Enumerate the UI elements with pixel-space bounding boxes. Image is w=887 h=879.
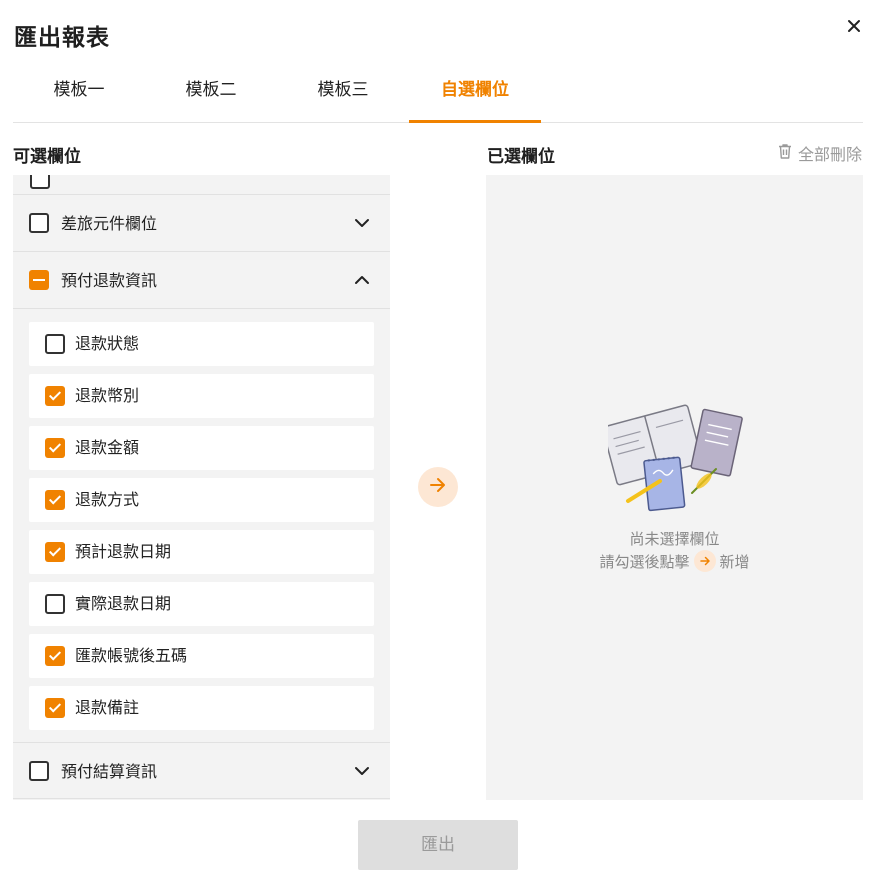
checkbox[interactable] bbox=[45, 594, 65, 614]
export-button[interactable]: 匯出 bbox=[358, 820, 518, 870]
field-label: 匯款帳號後五碼 bbox=[75, 646, 188, 665]
chevron-down-icon[interactable] bbox=[352, 213, 372, 233]
field-label: 退款金額 bbox=[75, 438, 140, 457]
group-label: 預付結算資訊 bbox=[61, 762, 158, 781]
field-item[interactable]: 退款方式 bbox=[29, 478, 374, 522]
checkbox[interactable] bbox=[45, 386, 65, 406]
dialog-title: 匯出報表 bbox=[14, 25, 110, 51]
empty-state-title: 尚未選擇欄位 bbox=[629, 530, 720, 548]
add-selected-button[interactable] bbox=[418, 467, 458, 507]
group-row-hidden bbox=[13, 175, 390, 195]
empty-state-illustration bbox=[602, 401, 743, 520]
field-label: 實際退款日期 bbox=[75, 594, 172, 613]
field-label: 退款狀態 bbox=[75, 334, 140, 353]
trash-icon bbox=[776, 142, 794, 164]
tab-template-1[interactable]: 模板一 bbox=[13, 62, 145, 123]
chevron-up-icon[interactable] bbox=[352, 270, 372, 290]
group-row-prepaid-refund[interactable]: 預付退款資訊 bbox=[13, 252, 390, 309]
field-item[interactable]: 退款備註 bbox=[29, 686, 374, 730]
checkbox[interactable] bbox=[45, 698, 65, 718]
arrow-right-icon bbox=[693, 550, 716, 572]
field-item[interactable]: 退款狀態 bbox=[29, 322, 374, 366]
checkbox[interactable] bbox=[45, 438, 65, 458]
field-label: 退款備註 bbox=[75, 698, 140, 717]
field-item[interactable]: 實際退款日期 bbox=[29, 582, 374, 626]
field-label: 退款方式 bbox=[75, 490, 140, 509]
chevron-down-icon[interactable] bbox=[352, 761, 372, 781]
empty-hint-suffix: 新增 bbox=[719, 552, 750, 571]
field-item[interactable]: 退款金額 bbox=[29, 426, 374, 470]
empty-hint-prefix: 請勾選後點擊 bbox=[599, 552, 690, 571]
group-row-travel-components[interactable]: 差旅元件欄位 bbox=[13, 195, 390, 252]
available-fields-list[interactable]: 差旅元件欄位 預付退款資訊 退款狀態 退款幣別 退款金額 退款方式 預計退款日期… bbox=[13, 175, 390, 800]
tab-custom-fields[interactable]: 自選欄位 bbox=[409, 62, 541, 123]
group-label: 預付退款資訊 bbox=[61, 271, 158, 290]
template-tabs: 模板一 模板二 模板三 自選欄位 bbox=[13, 62, 863, 123]
selected-fields-title: 已選欄位 bbox=[487, 147, 555, 167]
field-item[interactable]: 匯款帳號後五碼 bbox=[29, 634, 374, 678]
group-row-prepaid-settlement[interactable]: 預付結算資訊 bbox=[13, 742, 390, 799]
field-item[interactable]: 退款幣別 bbox=[29, 374, 374, 418]
checkbox[interactable] bbox=[45, 646, 65, 666]
available-fields-title: 可選欄位 bbox=[13, 147, 81, 167]
selected-fields-list: 尚未選擇欄位 請勾選後點擊 新增 bbox=[486, 175, 863, 800]
clear-all-label: 全部刪除 bbox=[798, 145, 863, 164]
arrow-right-icon bbox=[427, 474, 449, 500]
empty-state-hint: 請勾選後點擊 新增 bbox=[486, 550, 863, 572]
checkbox[interactable] bbox=[30, 175, 50, 189]
field-label: 預計退款日期 bbox=[75, 542, 172, 561]
field-item[interactable]: 預計退款日期 bbox=[29, 530, 374, 574]
clear-all-button[interactable]: 全部刪除 bbox=[776, 142, 862, 164]
field-label: 退款幣別 bbox=[75, 386, 140, 405]
tab-template-3[interactable]: 模板三 bbox=[277, 62, 409, 123]
checkbox[interactable] bbox=[29, 270, 49, 290]
checkbox[interactable] bbox=[45, 334, 65, 354]
tab-template-2[interactable]: 模板二 bbox=[145, 62, 277, 123]
checkbox[interactable] bbox=[45, 490, 65, 510]
group-label: 差旅元件欄位 bbox=[61, 214, 158, 233]
close-icon[interactable] bbox=[842, 14, 866, 38]
checkbox[interactable] bbox=[29, 213, 49, 233]
checkbox[interactable] bbox=[29, 761, 49, 781]
checkbox[interactable] bbox=[45, 542, 65, 562]
